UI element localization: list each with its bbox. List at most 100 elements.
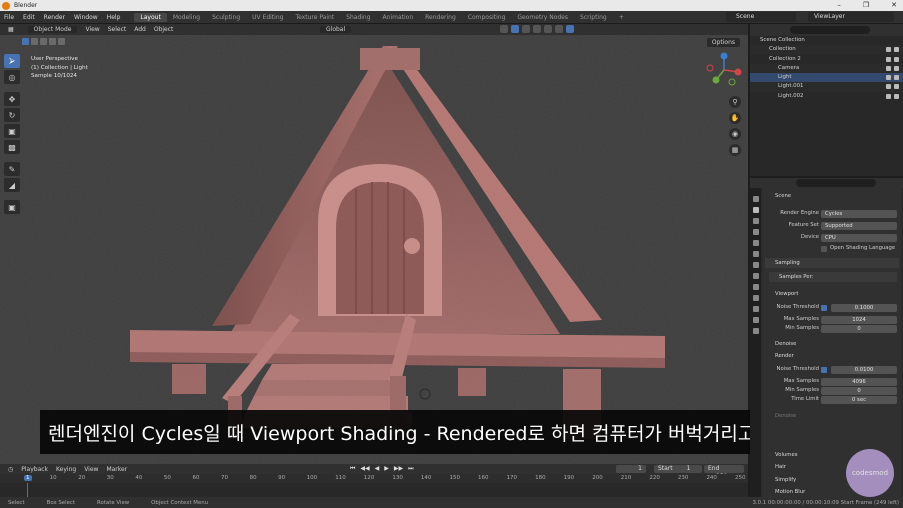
prev-key-icon[interactable]: ◀◀ [360,465,369,473]
workspace-tab-texture-paint[interactable]: Texture Paint [289,13,340,22]
camera-render-icon[interactable] [894,75,899,81]
view-layer-tab-icon[interactable] [752,229,759,235]
3d-viewport[interactable]: ▦ Object Mode View Select Add Object Glo… [0,24,748,464]
output-tab-icon[interactable] [752,218,759,224]
eye-icon[interactable] [886,93,891,99]
outliner-row[interactable]: Light.002 [750,92,903,101]
wireframe-shading-icon[interactable] [533,25,541,33]
scene-selector[interactable]: Scene [726,12,796,22]
workspace-tab-rendering[interactable]: Rendering [419,13,462,22]
timeline-track-area[interactable] [0,483,748,497]
workspace-tab-compositing[interactable]: Compositing [462,13,512,22]
sampling-section-header[interactable]: Sampling [765,258,899,268]
texture-tab-icon[interactable] [752,328,759,334]
menu-playback[interactable]: Playback [21,466,48,473]
top-menu-edit[interactable]: Edit [23,14,35,21]
measure-tool-icon[interactable]: ◢ [4,178,20,192]
workspace-tab--[interactable]: + [613,13,630,22]
camera-render-icon[interactable] [894,56,899,62]
xray-icon[interactable] [522,25,530,33]
samples-per-header[interactable]: Samples Per: [769,272,897,282]
rendered-shading-icon[interactable] [566,25,574,33]
workspace-tab-modeling[interactable]: Modeling [167,13,206,22]
outliner[interactable]: Scene Collection Collection Collection 2 Ca… [750,24,903,176]
workspace-tab-scripting[interactable]: Scripting [574,13,613,22]
add-cube-tool-icon[interactable]: ▣ [4,200,20,214]
render-engine-dropdown[interactable]: Cycles [821,209,897,218]
transform-orientation-selector[interactable]: Global [320,26,352,33]
transform-tool-icon[interactable]: ▩ [4,140,20,154]
properties-search-input[interactable] [796,179,876,187]
select-box-tool-icon[interactable]: ⮚ [4,54,20,68]
eye-icon[interactable] [886,47,891,53]
workspace-tab-animation[interactable]: Animation [377,13,420,22]
play-reverse-icon[interactable]: ◀ [375,465,380,473]
device-dropdown[interactable]: CPU [821,233,897,242]
playhead[interactable] [27,483,28,497]
editor-type-icon[interactable]: ▦ [8,26,14,33]
r-noise-checkbox[interactable] [821,366,827,373]
frame-ruler[interactable]: 1 10 20 30 40 50 60 70 80 90 100 110 120 130 140 150 160… [0,474,748,483]
render-tab-icon[interactable] [752,207,759,213]
cursor-tool-icon[interactable]: ◎ [4,70,20,84]
start-frame-field[interactable]: Start 1 [654,465,702,473]
object-tab-icon[interactable] [752,273,759,279]
eye-icon[interactable] [886,75,891,81]
select-invert-icon[interactable] [49,38,56,45]
solid-shading-icon[interactable] [544,25,552,33]
osl-checkbox[interactable] [821,245,827,252]
jump-start-icon[interactable]: ⏮ [350,465,355,473]
constraints-tab-icon[interactable] [752,306,759,312]
view-layer-selector[interactable]: ViewLayer [808,12,894,22]
menu-view-timeline[interactable]: View [84,466,98,473]
collection-tab-icon[interactable] [752,262,759,268]
camera-render-icon[interactable] [894,65,899,71]
options-dropdown[interactable]: Options [706,38,740,47]
end-frame-field[interactable]: End 250 [704,465,744,480]
time-limit-field[interactable]: 0 sec [821,395,897,404]
mode-selector[interactable]: Object Mode [27,26,78,33]
world-tab-icon[interactable] [752,251,759,257]
vp-max-samples-field[interactable]: 1024 [821,315,897,324]
physics-tab-icon[interactable] [752,295,759,301]
r-noise-threshold-field[interactable]: 0.0100 [831,365,897,374]
overlay-icon[interactable] [500,25,508,33]
workspace-tab-uv-editing[interactable]: UV Editing [246,13,289,22]
menu-marker[interactable]: Marker [106,466,127,473]
navigation-gizmo[interactable] [704,50,744,90]
r-min-samples-field[interactable]: 0 [821,386,897,395]
outliner-row[interactable]: Light [750,73,903,83]
outliner-row[interactable]: Scene Collection [750,36,903,45]
menu-select[interactable]: Select [108,26,127,33]
select-subtract-icon[interactable] [40,38,47,45]
tool-tab-icon[interactable] [752,196,759,202]
eye-icon[interactable] [886,65,891,71]
zoom-icon[interactable]: ⚲ [729,96,741,108]
outliner-row[interactable]: Collection 2 [750,55,903,64]
play-icon[interactable]: ▶ [384,465,389,473]
select-intersect-icon[interactable] [58,38,65,45]
pan-hand-icon[interactable]: ✋ [729,112,741,124]
menu-view[interactable]: View [85,26,99,33]
timeline-editor[interactable]: ◷ Playback Keying View Marker ⏮ ◀◀ ◀ ▶ ▶… [0,464,748,497]
vp-min-samples-field[interactable]: 0 [821,324,897,333]
gizmo-icon[interactable] [511,25,519,33]
outliner-row[interactable]: Light.001 [750,82,903,92]
vp-denoise-header[interactable]: Denoise [765,339,899,349]
top-menu-file[interactable]: File [4,14,14,21]
top-menu-window[interactable]: Window [74,14,98,21]
move-tool-icon[interactable]: ✥ [4,92,20,106]
outliner-row[interactable]: Collection [750,45,903,55]
top-menu-help[interactable]: Help [107,14,121,21]
camera-render-icon[interactable] [894,47,899,53]
select-extend-icon[interactable] [31,38,38,45]
close-icon[interactable]: ✕ [891,0,897,11]
scale-tool-icon[interactable]: ▣ [4,124,20,138]
r-denoise-header[interactable]: Denoise [765,411,899,421]
scene-tab-icon[interactable] [752,240,759,246]
top-menu-render[interactable]: Render [44,14,65,21]
next-key-icon[interactable]: ▶▶ [394,465,403,473]
annotate-tool-icon[interactable]: ✎ [4,162,20,176]
perspective-toggle-icon[interactable]: ▦ [729,144,741,156]
outliner-search-input[interactable] [790,26,870,34]
